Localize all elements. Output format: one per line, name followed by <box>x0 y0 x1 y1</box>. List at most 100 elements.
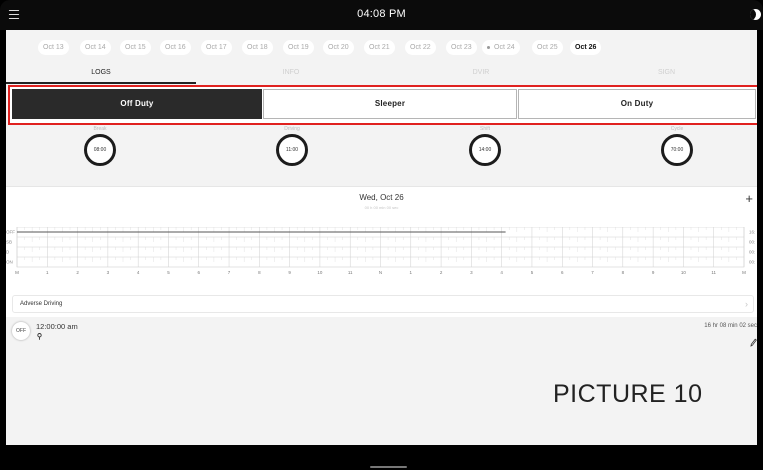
clock-value: 14:00 <box>469 134 501 166</box>
date-chip[interactable]: Oct 19 <box>283 40 314 55</box>
date-label: Oct 19 <box>288 44 309 51</box>
on-duty-button[interactable]: On Duty <box>518 89 756 119</box>
date-chip[interactable]: Oct 20 <box>323 40 354 55</box>
tablet-device: 04:08 PM Oct 13 Oct 14 Oct 15 Oct 16 Oct 17 O… <box>0 0 763 470</box>
row-total: 00: <box>749 240 755 245</box>
date-chip[interactable]: Oct 16 <box>160 40 191 55</box>
date-label: Oct 13 <box>43 44 64 51</box>
shift-clock: Shift 14:00 <box>465 125 505 166</box>
date-strip: Oct 13 Oct 14 Oct 15 Oct 16 Oct 17 Oct 18 Oct … <box>6 30 757 64</box>
tab-dvir[interactable]: DVIR <box>386 66 576 84</box>
duty-status-selector: Off Duty Sleeper On Duty <box>8 85 757 125</box>
hour-label: 5 <box>531 270 534 275</box>
clock-value: 70:00 <box>661 134 693 166</box>
row-total: 00: <box>749 250 755 255</box>
date-chip[interactable]: Oct 22 <box>405 40 436 55</box>
cycle-clock: Cycle 70:00 <box>657 125 697 166</box>
date-label: Oct 21 <box>369 44 390 51</box>
clock-label: Break <box>93 126 107 132</box>
clock-time: 04:08 PM <box>357 8 406 20</box>
theme-toggle-icon[interactable] <box>750 9 761 20</box>
day-total: 00 h 00 min 00 sec <box>364 205 399 210</box>
tab-info[interactable]: INFO <box>196 66 386 84</box>
row-total: 00: <box>749 260 755 265</box>
date-chip[interactable]: Oct 13 <box>38 40 69 55</box>
clock-value: 11:00 <box>276 134 308 166</box>
date-chip[interactable]: Oct 14 <box>80 40 111 55</box>
hour-label: 6 <box>197 270 200 275</box>
hour-label: 8 <box>622 270 625 275</box>
picture-caption: PICTURE 10 <box>553 380 703 408</box>
hour-label: 9 <box>288 270 291 275</box>
hour-label: 2 <box>76 270 79 275</box>
hour-label: M <box>15 270 19 275</box>
app-screen: Oct 13 Oct 14 Oct 15 Oct 16 Oct 17 Oct 18 Oct … <box>6 30 757 445</box>
log-graph: OFFSBDON16:00:00:00:M 1 2 3 4 5 6 7 8 9 10 11 N 1 2 3 4 5… <box>6 227 755 275</box>
hour-label: 9 <box>652 270 655 275</box>
dot-icon <box>487 45 490 49</box>
tab-logs[interactable]: LOGS <box>6 66 196 84</box>
date-label: Oct 22 <box>410 44 431 51</box>
adverse-driving-row[interactable]: Adverse Driving › <box>12 295 754 313</box>
clock-label: Cycle <box>670 126 684 132</box>
hour-label: 4 <box>500 270 503 275</box>
hour-label: 1 <box>46 270 49 275</box>
row-label: D <box>6 250 10 255</box>
date-label: Oct 17 <box>206 44 227 51</box>
home-indicator[interactable] <box>370 466 407 468</box>
date-chip[interactable]: Oct 23 <box>446 40 477 55</box>
add-event-button[interactable]: + <box>745 191 753 206</box>
hour-label: 3 <box>470 270 473 275</box>
hour-label: 2 <box>440 270 443 275</box>
date-label: Oct 16 <box>165 44 186 51</box>
date-label: Oct 26 <box>575 44 597 51</box>
status-bar: 04:08 PM <box>0 0 763 30</box>
status-badge: OFF <box>12 322 30 340</box>
event-time: 12:00:00 am <box>36 322 78 331</box>
off-duty-button[interactable]: Off Duty <box>12 89 262 119</box>
hour-label: 5 <box>167 270 170 275</box>
clock-label: Driving <box>284 126 300 132</box>
hour-label: 6 <box>561 270 564 275</box>
date-chip[interactable]: Oct 24 <box>482 40 520 55</box>
clock-label: Shift <box>479 126 490 132</box>
date-chip[interactable]: Oct 26 <box>570 40 602 55</box>
edit-pencil-icon[interactable] <box>750 338 757 347</box>
hour-label: 3 <box>107 270 110 275</box>
row-total: 16: <box>749 230 755 235</box>
hour-label: 8 <box>258 270 261 275</box>
date-label: Oct 24 <box>494 44 515 51</box>
location-pin-icon <box>37 333 42 340</box>
hour-label: 11 <box>711 270 716 275</box>
date-label: Oct 25 <box>537 44 558 51</box>
hour-label: 10 <box>317 270 323 275</box>
date-label: Oct 15 <box>125 44 146 51</box>
hour-label: 11 <box>348 270 353 275</box>
date-chip[interactable]: Oct 21 <box>364 40 395 55</box>
hour-label: 4 <box>137 270 140 275</box>
date-chip[interactable]: Oct 18 <box>242 40 273 55</box>
hour-label: 7 <box>228 270 231 275</box>
hour-label: N <box>379 270 382 275</box>
day-title: Wed, Oct 26 <box>359 193 404 202</box>
break-clock: Break 08:00 <box>80 125 120 166</box>
tab-sign[interactable]: SIGN <box>576 66 757 84</box>
date-label: Oct 14 <box>85 44 106 51</box>
hour-label: M <box>742 270 746 275</box>
date-label: Oct 18 <box>247 44 268 51</box>
hour-label: 1 <box>410 270 413 275</box>
hour-label: 7 <box>591 270 594 275</box>
hour-label: 10 <box>681 270 687 275</box>
adverse-driving-label: Adverse Driving <box>20 301 63 307</box>
date-chip[interactable]: Oct 15 <box>120 40 151 55</box>
sleeper-button[interactable]: Sleeper <box>263 89 517 119</box>
date-label: Oct 20 <box>328 44 349 51</box>
event-row[interactable]: OFF 12:00:00 am 16 hr 08 min 02 sec <box>6 318 757 358</box>
tab-bar: LOGS INFO DVIR SIGN <box>6 66 757 84</box>
chevron-right-icon: › <box>745 299 748 309</box>
driving-clock: Driving 11:00 <box>272 125 312 166</box>
date-chip[interactable]: Oct 25 <box>532 40 563 55</box>
date-chip[interactable]: Oct 17 <box>201 40 232 55</box>
clock-value: 08:00 <box>84 134 116 166</box>
date-label: Oct 23 <box>451 44 472 51</box>
